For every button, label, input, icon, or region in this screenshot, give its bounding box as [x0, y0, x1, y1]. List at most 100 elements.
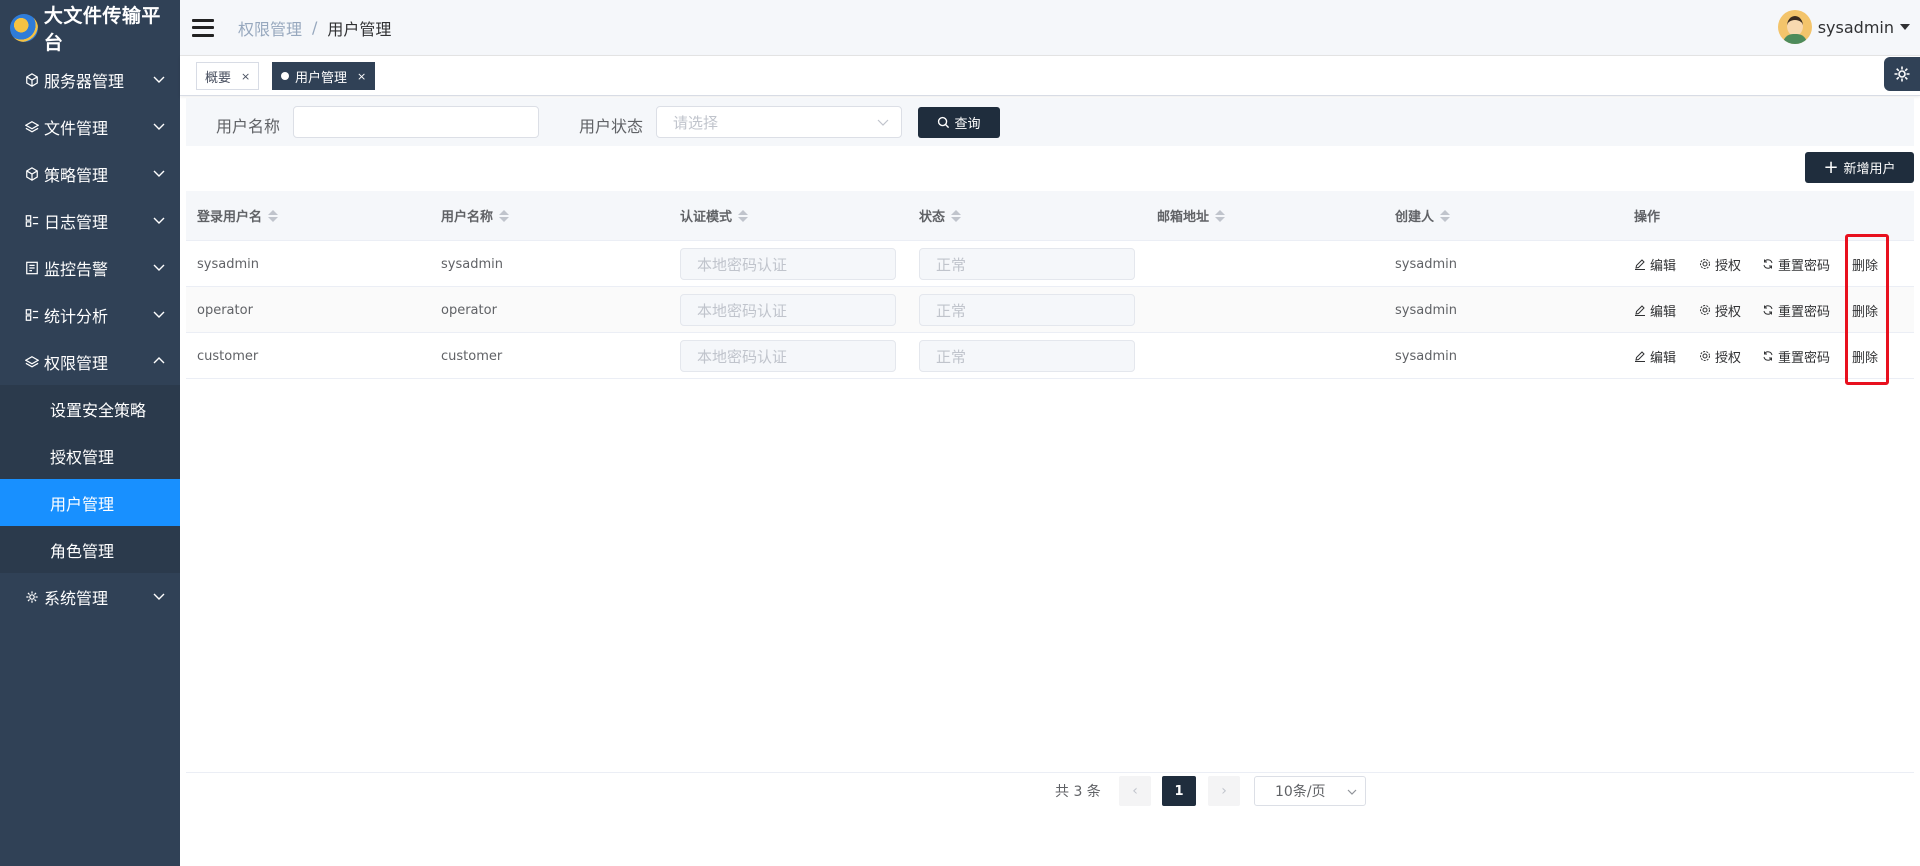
breadcrumb: 权限管理 / 用户管理 — [238, 16, 391, 40]
add-user-button[interactable]: + 新增用户 — [1805, 152, 1914, 183]
settings-button[interactable] — [1884, 57, 1920, 91]
sidebar-item-label: 日志管理 — [44, 212, 109, 232]
chevron-down-icon — [153, 76, 165, 83]
sidebar-subitem-security-policy[interactable]: 设置安全策略 — [0, 385, 180, 432]
sidebar: 大文件传输平台 服务器管理 文件管理 策略管理 日志管理 监控告警 统计分析 权… — [0, 0, 180, 866]
sidebar-item-files[interactable]: 文件管理 — [0, 103, 180, 150]
search-icon — [938, 116, 950, 129]
cell-status: 正常 — [919, 287, 1135, 333]
cell-name: customer — [441, 348, 503, 364]
sidebar-item-label: 策略管理 — [44, 165, 109, 185]
user-menu[interactable]: sysadmin — [1777, 10, 1910, 44]
chevron-down-icon — [153, 264, 165, 271]
authorize-button[interactable]: 授权 — [1699, 287, 1741, 333]
tag-user-management[interactable]: 用户管理 × — [272, 62, 376, 90]
cell-login: operator — [197, 302, 253, 318]
column-header-login[interactable]: 登录用户名 — [197, 206, 279, 225]
gear-icon — [24, 589, 40, 605]
sort-icon[interactable] — [1440, 209, 1451, 222]
reset-password-label: 重置密码 — [1778, 258, 1831, 274]
sort-icon[interactable] — [951, 209, 962, 222]
next-page-button[interactable]: › — [1208, 776, 1240, 806]
sidebar-item-policy[interactable]: 策略管理 — [0, 150, 180, 197]
refresh-icon — [1763, 305, 1773, 315]
column-header-auth[interactable]: 认证模式 — [680, 206, 749, 225]
avatar[interactable] — [1777, 10, 1812, 44]
page-size-select[interactable]: 10条/页 — [1254, 776, 1366, 806]
sort-icon[interactable] — [1215, 209, 1226, 222]
authorize-button[interactable]: 授权 — [1699, 241, 1741, 287]
edit-button[interactable]: 编辑 — [1634, 333, 1676, 379]
sidebar-subitem-users[interactable]: 用户管理 — [0, 479, 180, 526]
hamburger-menu-icon[interactable] — [192, 18, 214, 37]
sidebar-item-label: 服务器管理 — [44, 71, 125, 91]
chevron-down-icon — [153, 170, 165, 177]
username-input[interactable] — [293, 106, 539, 138]
authorize-label: 授权 — [1715, 258, 1742, 274]
table-row: operator operator 本地密码认证 正常 sysadmin 编辑 … — [186, 287, 1914, 333]
auth-mode-field: 本地密码认证 — [680, 340, 896, 372]
query-button[interactable]: 查询 — [918, 107, 1000, 138]
page-size-value: 10条/页 — [1275, 784, 1326, 800]
page-number-current[interactable]: 1 — [1162, 776, 1196, 806]
close-icon[interactable]: × — [241, 70, 250, 83]
reset-password-button[interactable]: 重置密码 — [1762, 287, 1830, 333]
tag-label: 用户管理 — [295, 70, 348, 86]
sidebar-item-stats[interactable]: 统计分析 — [0, 291, 180, 338]
sidebar-item-label: 统计分析 — [44, 306, 109, 326]
pagination-total: 共 3 条 — [1055, 784, 1101, 800]
edit-icon — [1635, 259, 1645, 270]
sidebar-subitem-label: 设置安全策略 — [50, 400, 147, 420]
users-table: 登录用户名 用户名称 认证模式 状态 邮箱地址 创建人 操作 sysadmin … — [186, 191, 1914, 379]
column-label: 状态 — [919, 210, 946, 225]
cell-creator: sysadmin — [1395, 302, 1457, 318]
caret-down-icon[interactable] — [1900, 24, 1910, 30]
column-header-creator[interactable]: 创建人 — [1395, 206, 1451, 225]
column-label: 邮箱地址 — [1157, 210, 1210, 225]
sidebar-item-logs[interactable]: 日志管理 — [0, 197, 180, 244]
reset-password-button[interactable]: 重置密码 — [1762, 241, 1830, 287]
sort-icon[interactable] — [738, 209, 749, 222]
reset-password-label: 重置密码 — [1778, 350, 1831, 366]
sort-icon[interactable] — [499, 209, 510, 222]
tag-overview[interactable]: 概要 × — [196, 62, 260, 90]
authorize-label: 授权 — [1715, 304, 1742, 320]
sidebar-subitem-roles[interactable]: 角色管理 — [0, 526, 180, 573]
pagination-divider — [186, 772, 1914, 773]
sidebar-item-monitor[interactable]: 监控告警 — [0, 244, 180, 291]
cell-name: sysadmin — [441, 256, 503, 272]
breadcrumb-item-permission[interactable]: 权限管理 — [238, 16, 302, 40]
sidebar-item-system[interactable]: 系统管理 — [0, 573, 180, 620]
logo-icon — [10, 14, 38, 42]
reset-password-button[interactable]: 重置密码 — [1762, 333, 1830, 379]
sidebar-subitem-label: 授权管理 — [50, 447, 115, 467]
sidebar-item-permission[interactable]: 权限管理 — [0, 338, 180, 385]
sidebar-item-label: 系统管理 — [44, 588, 109, 608]
status-field: 正常 — [919, 248, 1135, 280]
monitor-icon — [24, 260, 40, 276]
layers-icon — [24, 354, 40, 370]
edit-button[interactable]: 编辑 — [1634, 241, 1676, 287]
sort-icon[interactable] — [268, 209, 279, 222]
status-select[interactable]: 请选择 — [656, 106, 902, 138]
sidebar-item-server[interactable]: 服务器管理 — [0, 56, 180, 103]
column-header-name[interactable]: 用户名称 — [441, 206, 510, 225]
edit-button[interactable]: 编辑 — [1634, 287, 1676, 333]
cell-status: 正常 — [919, 241, 1135, 287]
edit-icon — [1635, 305, 1645, 316]
table-header: 登录用户名 用户名称 认证模式 状态 邮箱地址 创建人 操作 — [186, 191, 1914, 241]
column-header-status[interactable]: 状态 — [919, 206, 962, 225]
column-header-email[interactable]: 邮箱地址 — [1157, 206, 1226, 225]
prev-page-button[interactable]: ‹ — [1119, 776, 1151, 806]
sidebar-subitem-authorization[interactable]: 授权管理 — [0, 432, 180, 479]
auth-mode-field: 本地密码认证 — [680, 294, 896, 326]
close-icon[interactable]: × — [357, 70, 366, 83]
refresh-icon — [1763, 259, 1773, 269]
layers-icon — [24, 119, 40, 135]
username[interactable]: sysadmin — [1818, 18, 1894, 37]
authorize-button[interactable]: 授权 — [1699, 333, 1741, 379]
column-header-actions: 操作 — [1634, 206, 1660, 225]
edit-label: 编辑 — [1650, 350, 1677, 366]
app-logo[interactable]: 大文件传输平台 — [0, 0, 180, 56]
top-header: 权限管理 / 用户管理 sysadmin — [180, 0, 1920, 56]
